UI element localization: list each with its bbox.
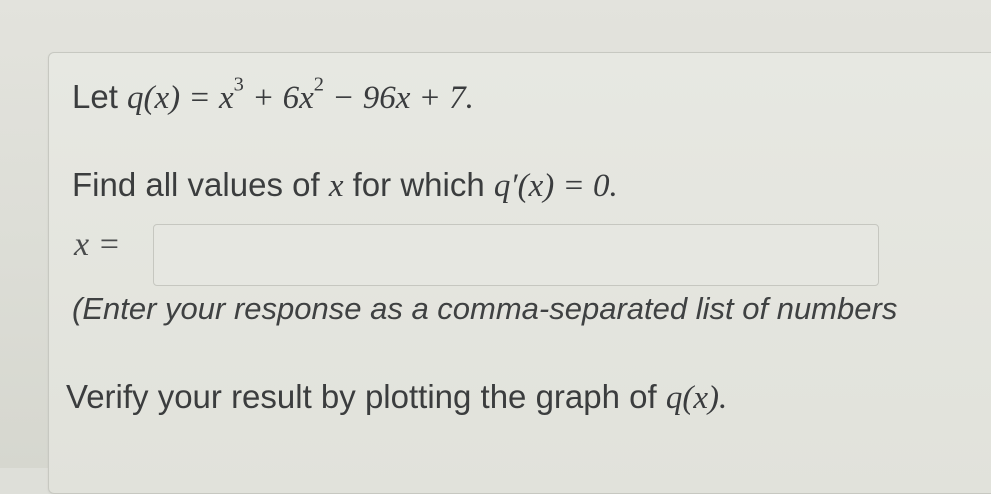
instruction-variable: x: [328, 168, 344, 204]
verify-function: q(x).: [665, 380, 728, 416]
function-lhs: q(x) = x: [127, 80, 234, 116]
response-hint: (Enter your response as a comma-separate…: [72, 291, 898, 326]
function-definition: Let q(x) = x3 + 6x2 − 96x + 7.: [72, 74, 474, 117]
function-expression: q(x) = x3 + 6x2 − 96x + 7.: [127, 74, 474, 116]
verify-text: Verify your result by plotting the graph…: [66, 378, 727, 417]
instruction-middle: for which: [352, 166, 485, 203]
exponent-three: 3: [233, 73, 244, 96]
instruction-text: Find all values of x for which q′(x) = 0…: [72, 166, 618, 205]
function-rest: − 96x + 7.: [323, 80, 474, 116]
answer-label: x =: [74, 226, 121, 263]
derivative-condition: q′(x) = 0.: [493, 168, 618, 204]
exponent-two: 2: [313, 73, 324, 96]
let-label: Let: [72, 78, 118, 115]
function-middle: + 6x: [243, 80, 314, 116]
answer-input[interactable]: [153, 224, 879, 286]
instruction-prefix: Find all values of: [72, 166, 320, 203]
verify-prefix: Verify your result by plotting the graph…: [66, 378, 657, 415]
